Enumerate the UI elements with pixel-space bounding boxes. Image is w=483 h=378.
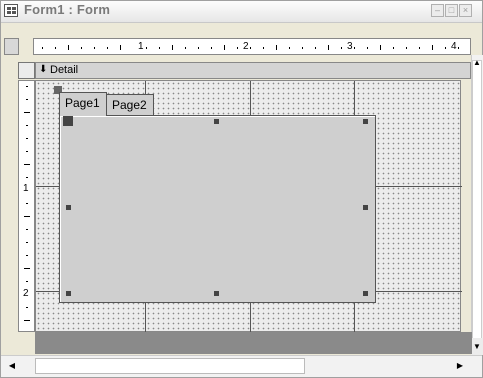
ruler-tick — [24, 268, 30, 269]
maximize-button[interactable]: □ — [445, 4, 458, 17]
scroll-up-icon[interactable]: ▲ — [471, 56, 483, 70]
ruler-tick — [26, 281, 28, 282]
scroll-right-icon[interactable]: ▶ — [452, 358, 468, 374]
section-selector[interactable] — [18, 62, 35, 79]
window-title: Form1 : Form — [24, 2, 111, 17]
form-icon-cell — [7, 7, 11, 10]
sizing-handle[interactable] — [363, 291, 368, 296]
ruler-tick — [367, 47, 368, 49]
ruler-tick — [26, 255, 28, 256]
form-icon-cell — [12, 7, 16, 10]
ruler-tick — [250, 47, 251, 49]
tab-control[interactable] — [59, 115, 376, 303]
ruler-number: 1 — [23, 183, 29, 194]
ruler-number: 2 — [243, 41, 249, 52]
down-arrow-icon: ⬇ — [39, 64, 48, 75]
ruler-tick — [26, 86, 28, 87]
ruler-tick — [81, 47, 82, 49]
vertical-ruler[interactable]: 1 2 — [18, 80, 35, 332]
horizontal-scroll-thumb[interactable] — [35, 358, 305, 374]
ruler-tick — [302, 47, 303, 49]
ruler-tick — [315, 47, 316, 49]
ruler-tick — [26, 203, 28, 204]
ruler-tick — [419, 47, 420, 49]
ruler-number: 2 — [23, 288, 29, 299]
form-icon[interactable] — [4, 4, 18, 17]
ruler-number: 4 — [451, 41, 457, 52]
ruler-tick — [146, 47, 147, 49]
ruler-tick — [26, 229, 28, 230]
ruler-tick — [42, 47, 43, 49]
ruler-tick — [26, 125, 28, 126]
ruler-tick — [354, 47, 355, 49]
ruler-tick — [24, 112, 30, 113]
sizing-handle[interactable] — [363, 119, 368, 124]
ruler-tick — [458, 47, 459, 49]
sizing-handle[interactable] — [363, 205, 368, 210]
section-label: Detail — [50, 64, 79, 76]
tab-page2[interactable]: Page2 — [107, 94, 154, 116]
ruler-tick — [24, 320, 30, 321]
below-form-area — [35, 332, 472, 354]
ruler-tick — [445, 47, 446, 49]
ruler-tick — [198, 47, 199, 49]
ruler-tick — [26, 242, 28, 243]
scroll-left-icon[interactable]: ◀ — [4, 358, 20, 374]
ruler-tick — [24, 216, 30, 217]
ruler-tick — [224, 45, 225, 50]
ruler-number: 3 — [347, 41, 353, 52]
ruler-tick — [328, 45, 329, 50]
ruler-tick — [185, 47, 186, 49]
ruler-tick — [380, 45, 381, 50]
horizontal-ruler[interactable]: 1 2 3 4 — [33, 38, 471, 55]
ruler-tick — [276, 45, 277, 50]
sizing-handle[interactable] — [214, 291, 219, 296]
ruler-tick — [107, 47, 108, 49]
ruler-tick — [172, 45, 173, 50]
ruler-tick — [263, 47, 264, 49]
ruler-tick — [393, 47, 394, 49]
detail-section-bar[interactable]: ⬇ Detail — [35, 62, 471, 79]
ruler-tick — [26, 138, 28, 139]
form-selector[interactable] — [4, 38, 19, 55]
ruler-tick — [24, 164, 30, 165]
tab-page1[interactable]: Page1 — [59, 92, 107, 116]
ruler-tick — [26, 307, 28, 308]
form-icon-cell — [12, 11, 16, 14]
ruler-tick — [341, 47, 342, 49]
vertical-scroll-thumb[interactable] — [472, 60, 482, 340]
ruler-tick — [120, 45, 121, 50]
scroll-down-icon[interactable]: ▼ — [471, 338, 483, 355]
sizing-handle[interactable] — [66, 205, 71, 210]
ruler-tick — [159, 47, 160, 49]
move-handle-icon[interactable] — [63, 116, 73, 126]
ruler-tick — [26, 151, 28, 152]
ruler-tick — [26, 177, 28, 178]
sizing-handle[interactable] — [214, 119, 219, 124]
ruler-tick — [68, 45, 69, 50]
ruler-tick — [289, 47, 290, 49]
ruler-tick — [26, 99, 28, 100]
minimize-button[interactable]: – — [431, 4, 444, 17]
ruler-tick — [211, 47, 212, 49]
ruler-tick — [55, 47, 56, 49]
ruler-tick — [432, 45, 433, 50]
ruler-tick — [237, 47, 238, 49]
ruler-tick — [406, 47, 407, 49]
close-button[interactable]: × — [459, 4, 472, 17]
sizing-handle[interactable] — [66, 291, 71, 296]
ruler-tick — [94, 47, 95, 49]
form-icon-cell — [7, 11, 11, 14]
ruler-number: 1 — [138, 41, 144, 52]
